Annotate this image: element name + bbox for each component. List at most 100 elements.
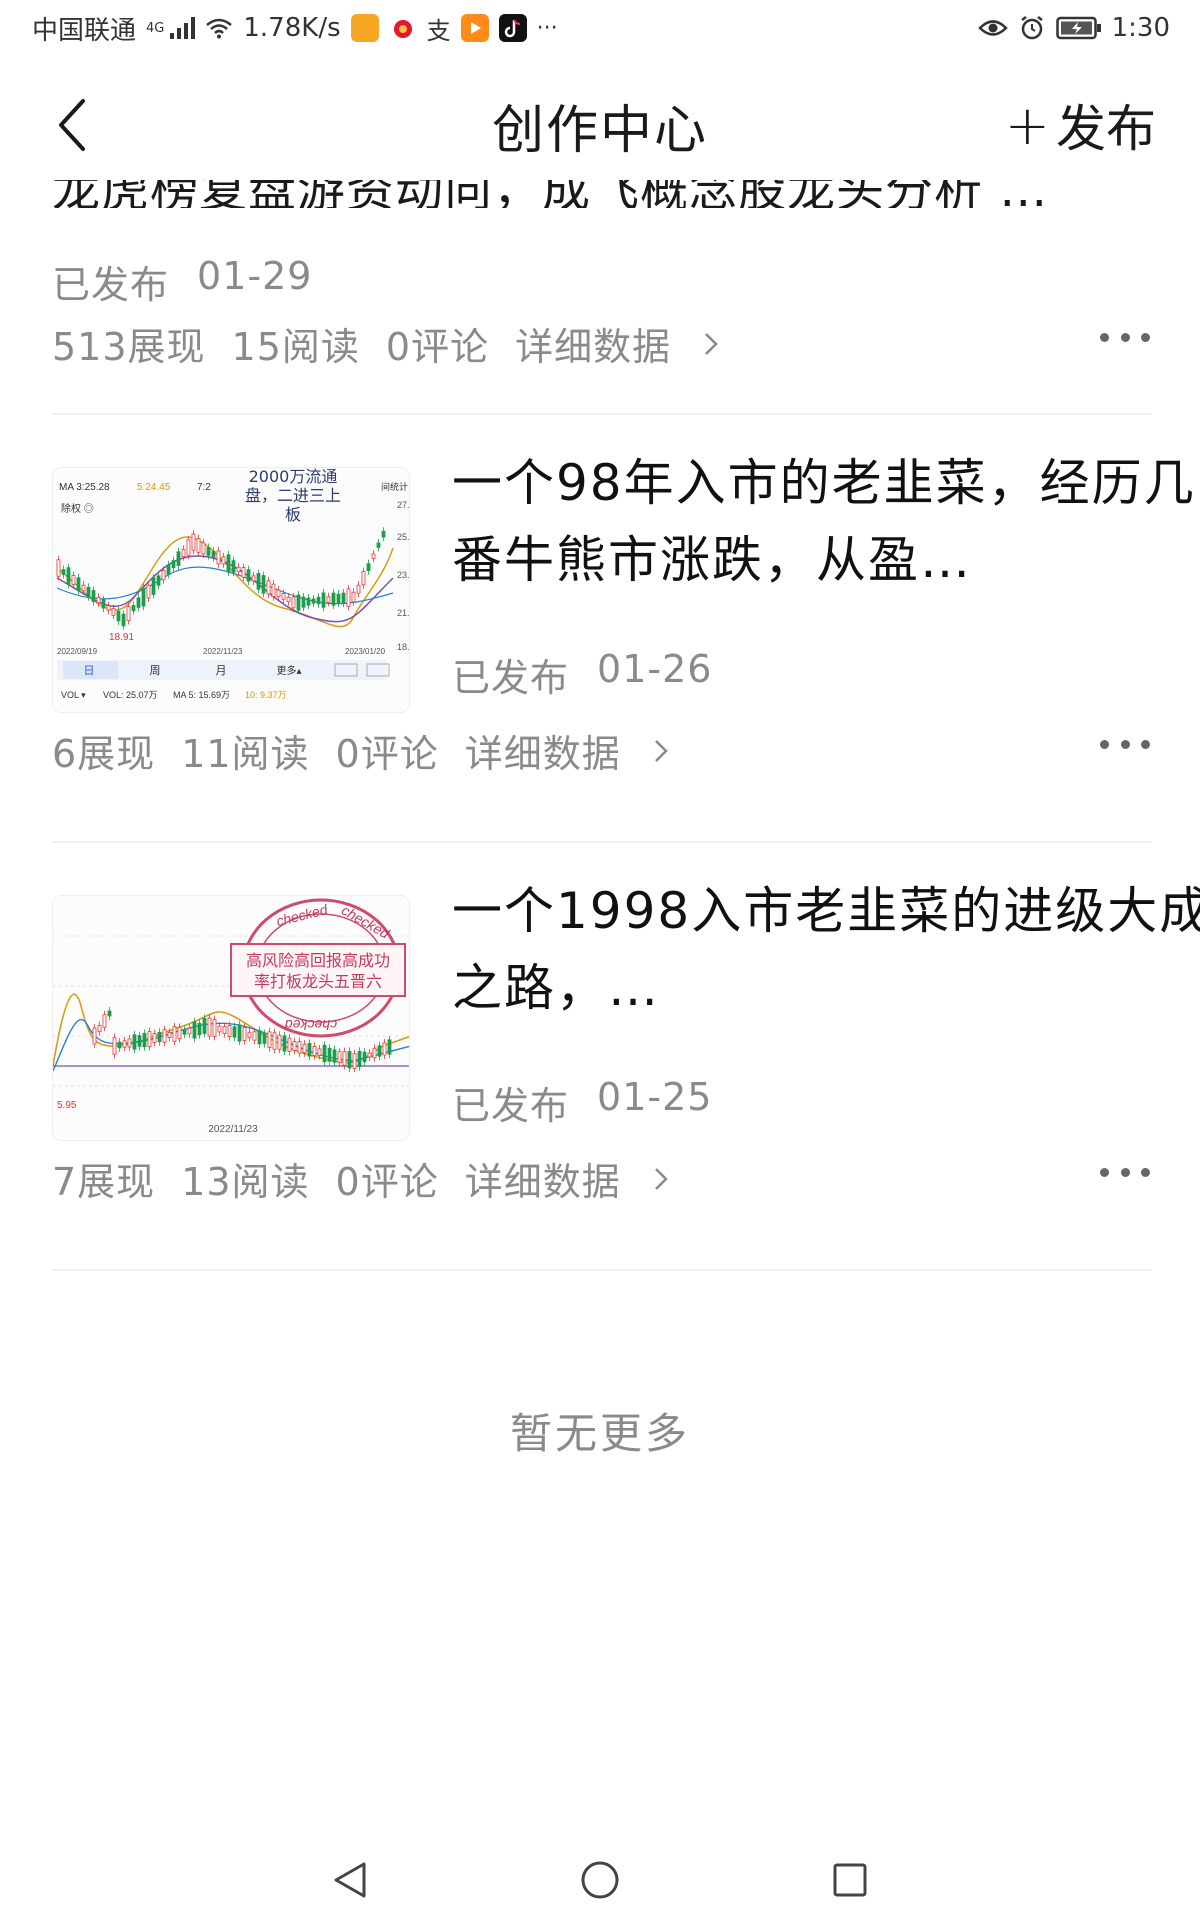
candle xyxy=(336,593,341,604)
article-title: 一个1998入市老韭菜的进级大成之路，… xyxy=(452,882,1200,1017)
detail-data-link[interactable]: 详细数据 xyxy=(465,1151,669,1206)
candle xyxy=(66,567,71,585)
candle xyxy=(317,1048,322,1056)
candle xyxy=(372,1047,377,1059)
candle xyxy=(181,549,186,558)
candle xyxy=(296,594,301,611)
article-meta: 已发布 01-25 xyxy=(452,1075,712,1130)
video-notification-icon xyxy=(460,14,489,42)
candle xyxy=(362,1051,367,1063)
no-more-label: 暂无更多 xyxy=(509,1409,690,1458)
svg-text:25.: 25. xyxy=(397,532,410,542)
candle xyxy=(236,566,241,573)
candle xyxy=(202,1018,207,1034)
candle xyxy=(377,1045,382,1057)
svg-text:2022/11/23: 2022/11/23 xyxy=(208,1124,258,1135)
back-button[interactable] xyxy=(42,90,102,160)
candle xyxy=(251,575,256,582)
candle xyxy=(141,587,146,607)
candle xyxy=(246,569,251,582)
candle xyxy=(227,1025,232,1037)
publish-button[interactable]: + 发布 xyxy=(1005,92,1156,159)
article-item[interactable]: 龙虎榜复盘游资动向，成飞概念股龙头分析 … 已发布 01-29 513展现 15… xyxy=(0,180,1200,415)
article-item[interactable]: MA 3:25.28 5:24.45 7:2 除权 ◎ 2000万流通 盘，二进… xyxy=(0,415,1200,841)
stock-chart-thumbnail: MA 3:25.28 5:24.45 7:2 除权 ◎ 2000万流通 盘，二进… xyxy=(53,468,410,712)
candle xyxy=(107,1010,112,1017)
candle xyxy=(302,1043,307,1054)
svg-text:2000万流通: 2000万流通 xyxy=(249,468,338,486)
candle xyxy=(267,1031,272,1049)
candle xyxy=(347,1051,352,1069)
svg-text:MA 5: 15.69万: MA 5: 15.69万 xyxy=(173,690,230,700)
candle xyxy=(167,1032,172,1038)
candle xyxy=(97,1024,102,1033)
svg-text:高风险高回报高成功: 高风险高回报高成功 xyxy=(246,951,390,970)
candle xyxy=(152,1033,157,1043)
detail-data-link[interactable]: 详细数据 xyxy=(515,316,719,371)
comments-count: 0评论 xyxy=(385,325,490,369)
candle xyxy=(142,1032,147,1048)
svg-text:18.: 18. xyxy=(397,642,410,652)
chevron-right-icon xyxy=(654,1167,668,1190)
candle xyxy=(157,1031,162,1043)
more-options-button[interactable] xyxy=(1100,1157,1150,1187)
candle xyxy=(237,1024,242,1042)
candle xyxy=(312,1046,317,1056)
svg-text:5:24.45: 5:24.45 xyxy=(137,482,171,493)
app-notification-icon xyxy=(350,14,379,42)
candle xyxy=(387,1039,392,1055)
svg-text:10: 9.37万: 10: 9.37万 xyxy=(245,690,287,700)
candle xyxy=(76,577,81,591)
candle xyxy=(286,596,291,603)
candle xyxy=(337,1051,342,1064)
candle xyxy=(346,588,351,607)
candle xyxy=(297,1041,302,1054)
svg-text:间统计: 间统计 xyxy=(381,481,408,492)
square-recents-icon xyxy=(833,1863,867,1897)
candle xyxy=(102,1014,107,1028)
candle xyxy=(116,610,121,622)
article-thumbnail: MA 3:25.28 5:24.45 7:2 除权 ◎ 2000万流通 盘，二进… xyxy=(52,467,410,713)
candle xyxy=(231,560,236,573)
candle xyxy=(371,553,376,559)
detail-data-link[interactable]: 详细数据 xyxy=(465,723,669,778)
candle xyxy=(291,596,296,609)
candle xyxy=(182,1029,187,1035)
article-title-cut: 龙虎榜复盘游资动向，成飞概念股龙头分析 … xyxy=(52,180,1049,208)
nav-recents-button[interactable] xyxy=(825,1855,875,1905)
more-options-button[interactable] xyxy=(1100,729,1150,759)
candle xyxy=(56,559,61,577)
candle xyxy=(352,1053,357,1069)
candle xyxy=(306,597,311,606)
chevron-right-icon xyxy=(654,739,668,762)
candle xyxy=(177,1026,182,1040)
candle xyxy=(96,596,101,604)
candle xyxy=(86,586,91,598)
candle xyxy=(272,1032,277,1050)
nav-back-button[interactable] xyxy=(325,1855,375,1905)
article-item[interactable]: checked checked checked 高风险高回报高成功 率打板龙头五… xyxy=(0,843,1200,1269)
nav-home-button[interactable] xyxy=(575,1855,625,1905)
candle xyxy=(382,1042,387,1056)
candle xyxy=(232,1026,237,1038)
candle xyxy=(252,1031,257,1041)
article-stats: 513展现 15阅读 0评论 详细数据 xyxy=(52,316,719,371)
candle xyxy=(92,1027,97,1045)
candle xyxy=(81,584,86,592)
candle xyxy=(316,596,321,605)
candle xyxy=(226,554,231,573)
candle xyxy=(351,591,356,603)
candle xyxy=(176,551,181,566)
candle xyxy=(212,1019,217,1037)
circle-home-icon xyxy=(581,1861,619,1899)
candle xyxy=(307,1042,312,1057)
more-options-button[interactable] xyxy=(1100,322,1150,352)
screen: 中国联通 4G 1.78K/s 支 ··· 1:30 创作中心 + 发布 龙虎榜… xyxy=(0,0,1200,1920)
candle xyxy=(327,1047,332,1062)
impressions-count: 513展现 xyxy=(52,325,206,369)
wifi-icon xyxy=(206,18,233,39)
candle xyxy=(326,596,331,603)
candle xyxy=(357,1050,362,1068)
candle xyxy=(192,1021,197,1039)
candle xyxy=(186,539,191,556)
